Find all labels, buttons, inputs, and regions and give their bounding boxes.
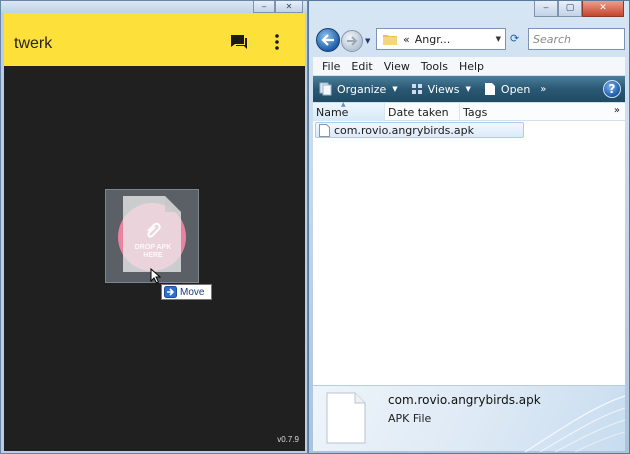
address-dropdown-icon[interactable]: ▼ [496, 35, 501, 43]
details-file-type: APK File [388, 412, 432, 425]
open-file-icon [484, 83, 495, 95]
back-arrow-icon [321, 34, 334, 46]
forward-arrow-icon [347, 36, 358, 46]
twerk-window: ‒ ✕ twerk DROP APK HERE v0.7.9 [0, 0, 308, 454]
version-label: v0.7.9 [277, 435, 299, 444]
explorer-close-button[interactable]: ✕ [582, 1, 624, 17]
close-button[interactable]: ✕ [275, 1, 303, 13]
explorer-maximize-button[interactable]: ▢ [558, 1, 582, 17]
app-header: twerk [4, 13, 305, 66]
file-list-pane: ▲ Name Date taken Tags » com.rovio.angry… [313, 101, 625, 385]
navigation-bar: ▼ « Angr... ▼ ⟳ Search [313, 25, 625, 55]
mouse-cursor-icon [150, 268, 162, 284]
document-icon [123, 196, 181, 272]
views-button[interactable]: Views ▼ [410, 82, 477, 96]
column-tags-label: Tags [463, 105, 488, 119]
feedback-icon[interactable] [229, 33, 249, 51]
explorer-caption-buttons: ‒ ▢ ✕ [534, 1, 624, 17]
drop-zone-label-line2: HERE [143, 252, 163, 259]
app-title: twerk [14, 35, 53, 52]
column-date-taken-label: Date taken [388, 105, 449, 119]
drop-zone-label: DROP APK HERE [106, 244, 200, 260]
organize-label: Organize [337, 82, 387, 96]
menu-view[interactable]: View [384, 60, 410, 73]
command-toolbar: Organize ▼ Views ▼ Open » ? [313, 76, 625, 102]
move-arrow-icon [164, 286, 177, 298]
menu-help[interactable]: Help [459, 60, 484, 73]
open-button[interactable]: Open [483, 82, 530, 96]
details-pane: com.rovio.angrybirds.apk APK File [313, 385, 625, 452]
column-name[interactable]: ▲ Name [313, 101, 385, 121]
help-button[interactable]: ? [603, 80, 621, 98]
recent-pages-dropdown-icon[interactable]: ▼ [365, 37, 370, 45]
address-bar[interactable]: « Angr... ▼ [376, 28, 506, 50]
menu-bar: File Edit View Tools Help [313, 57, 625, 75]
views-icon [411, 84, 422, 94]
explorer-minimize-button[interactable]: ‒ [534, 1, 558, 17]
overflow-menu-icon[interactable] [272, 33, 282, 51]
menu-file[interactable]: File [322, 60, 340, 73]
menu-tools[interactable]: Tools [421, 60, 448, 73]
file-name: com.rovio.angrybirds.apk [334, 123, 474, 137]
decorative-swoosh [524, 395, 625, 452]
list-item[interactable]: com.rovio.angrybirds.apk [315, 122, 524, 138]
views-label: Views [427, 82, 460, 96]
views-dropdown-icon: ▼ [465, 85, 471, 93]
twerk-caption-buttons: ‒ ✕ [253, 1, 303, 13]
file-large-icon [326, 392, 366, 444]
column-headers: ▲ Name Date taken Tags » [313, 101, 625, 121]
organize-icon [319, 82, 332, 96]
back-button[interactable] [316, 28, 340, 52]
toolbar-overflow-button[interactable]: » [540, 84, 546, 95]
desktop: ‒ ✕ twerk DROP APK HERE v0.7.9 Move ‒ ▢ … [0, 0, 630, 454]
drop-zone-label-line1: DROP APK [134, 244, 172, 251]
drag-move-tooltip: Move [161, 284, 212, 300]
open-label: Open [500, 82, 531, 96]
organize-dropdown-icon: ▼ [392, 85, 398, 93]
organize-button[interactable]: Organize ▼ [319, 82, 404, 96]
column-overflow-button[interactable]: » [614, 105, 620, 116]
drag-move-label: Move [180, 286, 205, 298]
file-icon [319, 123, 330, 137]
explorer-window: ‒ ▢ ✕ ▼ « Angr... ▼ ⟳ Search File Edit V… [308, 0, 630, 454]
refresh-icon[interactable]: ⟳ [510, 32, 524, 46]
sort-ascending-icon: ▲ [341, 101, 346, 108]
breadcrumb-current[interactable]: Angr... [415, 33, 450, 46]
folder-icon [383, 35, 397, 45]
menu-edit[interactable]: Edit [351, 60, 372, 73]
forward-button[interactable] [341, 30, 363, 52]
app-body: DROP APK HERE v0.7.9 [4, 66, 305, 451]
column-date-taken[interactable]: Date taken [385, 103, 460, 121]
column-tags[interactable]: Tags [460, 103, 495, 121]
minimize-button[interactable]: ‒ [253, 1, 275, 13]
breadcrumb-prefix: « [403, 32, 410, 46]
search-input[interactable]: Search [528, 28, 625, 50]
